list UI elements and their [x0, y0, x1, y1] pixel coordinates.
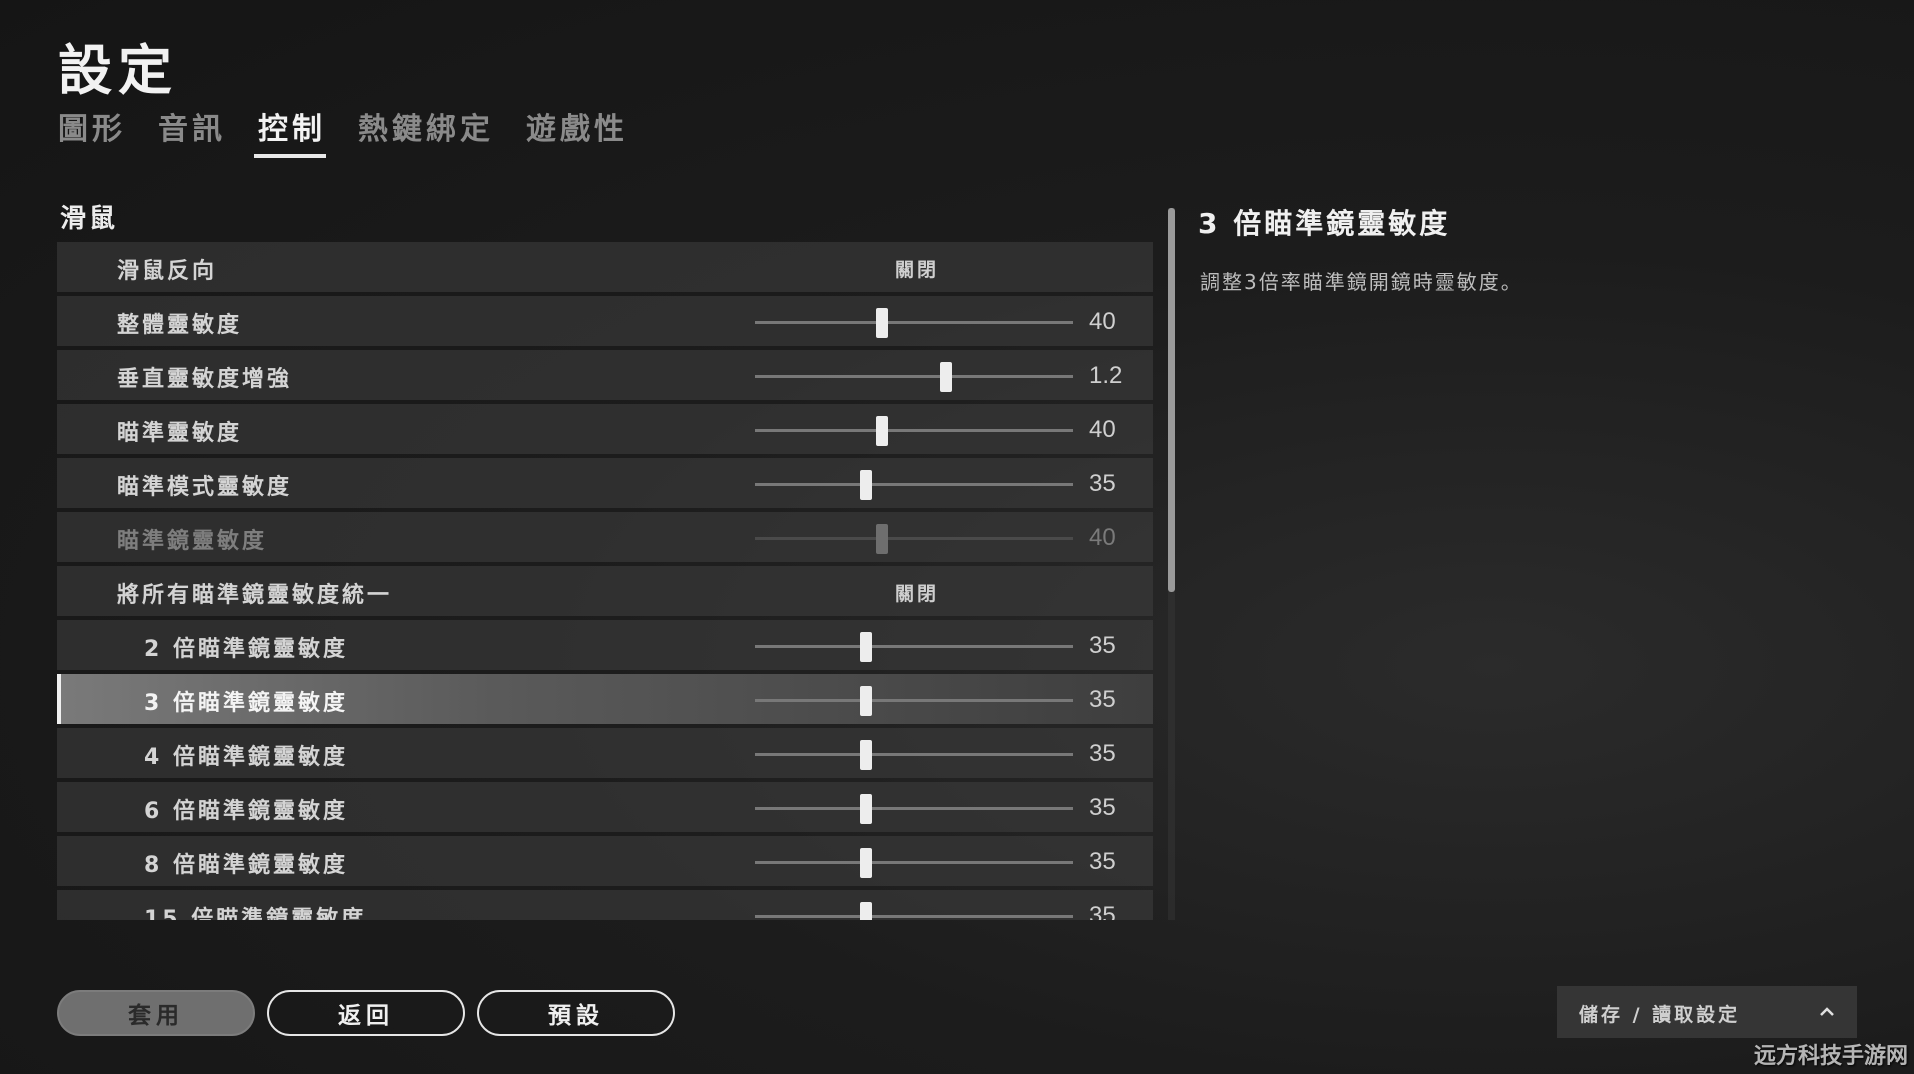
slider-value: 40	[1089, 308, 1116, 335]
setting-label: 6 倍瞄準鏡靈敏度	[144, 799, 348, 824]
save-load-label: 儲存 / 讀取設定	[1579, 1004, 1741, 1026]
setting-row[interactable]: 15 倍瞄準鏡靈敏度 35	[57, 890, 1153, 920]
setting-row[interactable]: 2 倍瞄準鏡靈敏度 35	[57, 620, 1153, 670]
slider-value: 35	[1089, 632, 1116, 659]
chevron-up-icon	[1820, 1007, 1834, 1016]
tab-bar: 圖形 音訊 控制 熱鍵綁定 遊戲性	[58, 104, 660, 158]
slider-thumb[interactable]	[860, 686, 872, 716]
setting-row[interactable]: 瞄準靈敏度 40	[57, 404, 1153, 454]
slider-track[interactable]	[755, 362, 1073, 392]
slider-value: 35	[1089, 794, 1116, 821]
save-load-settings-dropdown[interactable]: 儲存 / 讀取設定	[1557, 986, 1857, 1038]
setting-label: 8 倍瞄準鏡靈敏度	[144, 853, 348, 878]
page-title: 設定	[58, 39, 178, 102]
scrollbar[interactable]	[1168, 208, 1175, 920]
tab-audio[interactable]: 音訊	[158, 104, 226, 154]
slider-thumb[interactable]	[860, 470, 872, 500]
apply-button[interactable]: 套用	[57, 990, 255, 1036]
slider-track[interactable]	[755, 524, 1073, 554]
setting-label: 瞄準模式靈敏度	[117, 475, 293, 500]
tab-graphics[interactable]: 圖形	[58, 104, 126, 154]
setting-label: 瞄準靈敏度	[117, 421, 243, 446]
slider-value: 35	[1089, 470, 1116, 497]
setting-label: 2 倍瞄準鏡靈敏度	[144, 637, 348, 662]
setting-row[interactable]: 6 倍瞄準鏡靈敏度 35	[57, 782, 1153, 832]
slider-thumb[interactable]	[876, 524, 888, 554]
slider-value: 40	[1089, 524, 1116, 551]
slider-value: 35	[1089, 902, 1116, 920]
slider-track[interactable]	[755, 308, 1073, 338]
slider-value: 35	[1089, 848, 1116, 875]
slider-thumb[interactable]	[940, 362, 952, 392]
setting-label: 4 倍瞄準鏡靈敏度	[144, 745, 348, 770]
setting-row[interactable]: 垂直靈敏度增強 1.2	[57, 350, 1153, 400]
scrollbar-thumb[interactable]	[1168, 208, 1175, 592]
slider-track[interactable]	[755, 686, 1073, 716]
setting-label: 整體靈敏度	[117, 313, 243, 338]
slider-thumb[interactable]	[876, 308, 888, 338]
section-title-mouse: 滑鼠	[60, 204, 119, 234]
setting-label: 15 倍瞄準鏡靈敏度	[144, 907, 367, 920]
toggle-value[interactable]: 關閉	[895, 255, 939, 282]
slider-thumb[interactable]	[860, 740, 872, 770]
slider-thumb[interactable]	[860, 902, 872, 920]
slider-value: 35	[1089, 740, 1116, 767]
slider-thumb[interactable]	[876, 416, 888, 446]
setting-row[interactable]: 整體靈敏度 40	[57, 296, 1153, 346]
description-title: 3 倍瞄準鏡靈敏度	[1198, 207, 1451, 240]
slider-value: 35	[1089, 686, 1116, 713]
setting-label: 瞄準鏡靈敏度	[117, 529, 268, 554]
watermark-logo: 远方科技手游网	[1753, 1044, 1908, 1069]
slider-track[interactable]	[755, 848, 1073, 878]
slider-track[interactable]	[755, 794, 1073, 824]
slider-thumb[interactable]	[860, 632, 872, 662]
setting-label: 將所有瞄準鏡靈敏度統一	[117, 583, 393, 608]
slider-track[interactable]	[755, 470, 1073, 500]
setting-row[interactable]: 4 倍瞄準鏡靈敏度 35	[57, 728, 1153, 778]
tab-gameplay[interactable]: 遊戲性	[526, 104, 628, 154]
slider-track[interactable]	[755, 740, 1073, 770]
slider-track[interactable]	[755, 902, 1073, 920]
setting-label: 3 倍瞄準鏡靈敏度	[144, 691, 348, 716]
description-text: 調整3倍率瞄準鏡開鏡時靈敏度。	[1200, 270, 1523, 294]
setting-row[interactable]: 滑鼠反向 關閉	[57, 242, 1153, 292]
slider-value: 40	[1089, 416, 1116, 443]
setting-row[interactable]: 3 倍瞄準鏡靈敏度 35	[57, 674, 1153, 724]
tab-controls[interactable]: 控制	[254, 104, 326, 158]
setting-row[interactable]: 將所有瞄準鏡靈敏度統一 關閉	[57, 566, 1153, 616]
setting-row[interactable]: 瞄準模式靈敏度 35	[57, 458, 1153, 508]
slider-thumb[interactable]	[860, 848, 872, 878]
back-button[interactable]: 返回	[267, 990, 465, 1036]
slider-thumb[interactable]	[860, 794, 872, 824]
slider-track[interactable]	[755, 632, 1073, 662]
slider-value: 1.2	[1089, 362, 1123, 389]
defaults-button[interactable]: 預設	[477, 990, 675, 1036]
toggle-value[interactable]: 關閉	[895, 579, 939, 606]
setting-row[interactable]: 瞄準鏡靈敏度 40	[57, 512, 1153, 562]
setting-label: 垂直靈敏度增強	[117, 367, 293, 392]
setting-row[interactable]: 8 倍瞄準鏡靈敏度 35	[57, 836, 1153, 886]
tab-keybindings[interactable]: 熱鍵綁定	[358, 104, 494, 154]
setting-label: 滑鼠反向	[117, 259, 218, 284]
slider-track[interactable]	[755, 416, 1073, 446]
settings-list: 滑鼠反向 關閉 整體靈敏度 40 垂直靈敏度增強 1.2 瞄準靈敏度 40 瞄準模式靈敏度 35 瞄…	[57, 242, 1153, 920]
